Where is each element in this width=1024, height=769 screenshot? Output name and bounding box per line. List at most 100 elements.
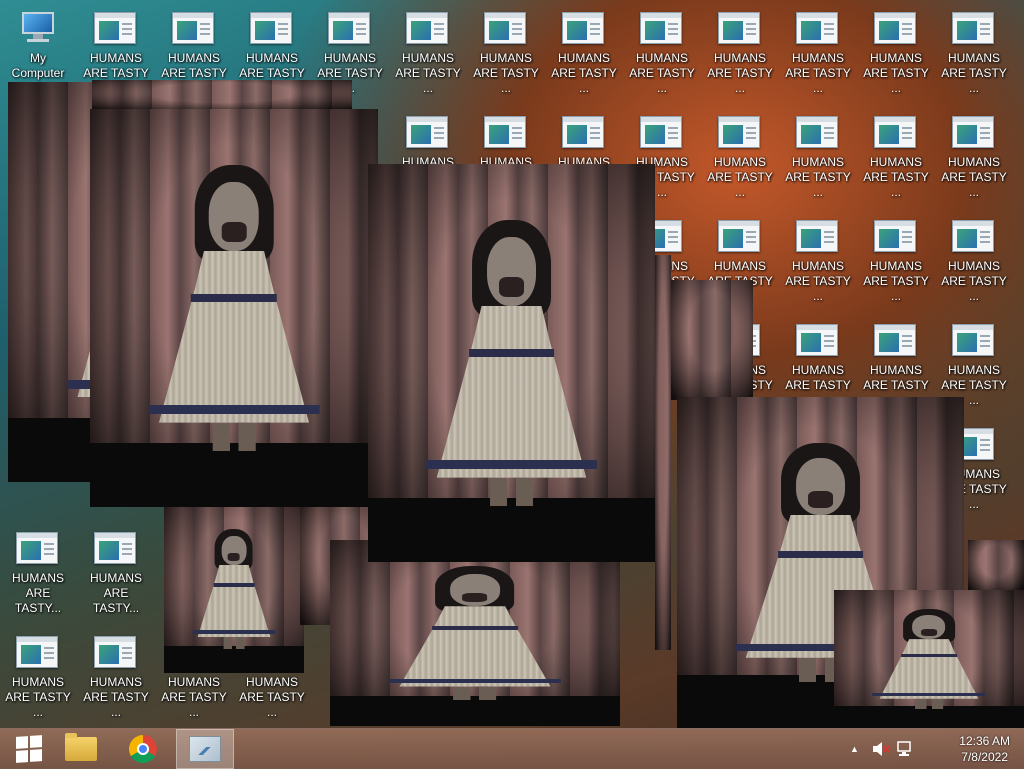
image-popup-window[interactable] <box>655 255 671 650</box>
application-window-icon <box>796 220 840 254</box>
humans-are-tasty-shortcut[interactable]: HUMANSARE TASTY ... <box>390 4 466 96</box>
application-window-icon <box>796 324 840 358</box>
icon-label: HUMANS <box>713 155 766 169</box>
application-window-icon <box>16 532 60 566</box>
running-app-button[interactable] <box>176 729 234 769</box>
icon-label: HUMANS <box>869 363 922 377</box>
volume-button[interactable] <box>872 729 890 769</box>
icon-label: HUMANS <box>713 259 766 273</box>
image-popup-window[interactable] <box>834 590 1024 728</box>
network-button[interactable] <box>896 729 914 769</box>
application-window-icon <box>952 12 996 46</box>
icon-label: HUMANS <box>947 363 1000 377</box>
icon-label: HUMANS <box>635 51 688 65</box>
humans-are-tasty-shortcut[interactable]: HUMANSARE TASTY ... <box>858 108 934 200</box>
humans-are-tasty-shortcut[interactable]: HUMANSARE TASTY ... <box>546 4 622 96</box>
humans-are-tasty-shortcut[interactable]: HUMANSARE TASTY ... <box>780 108 856 200</box>
icon-label: HUMANS <box>245 51 298 65</box>
image-popup-window[interactable] <box>164 505 304 673</box>
application-window-icon <box>250 12 294 46</box>
icon-label: ARE TASTY ... <box>395 66 461 95</box>
humans-are-tasty-shortcut[interactable]: HUMANSARE TASTY ... <box>936 316 1012 408</box>
icon-label: ARE TASTY ... <box>941 170 1007 199</box>
icon-label: HUMANS <box>869 155 922 169</box>
humans-are-tasty-shortcut[interactable]: HUMANSARE TASTY ... <box>780 4 856 96</box>
icon-label: HUMANS <box>557 51 610 65</box>
icon-label: HUMANS <box>791 51 844 65</box>
humans-are-tasty-shortcut[interactable]: HUMANSARE TASTY ... <box>468 4 544 96</box>
icon-label: HUMANS <box>947 51 1000 65</box>
image-popup-window[interactable] <box>90 109 378 507</box>
application-window-icon <box>328 12 372 46</box>
chrome-icon <box>129 735 157 763</box>
chrome-button[interactable] <box>114 729 172 769</box>
icon-label: ARE TASTY ... <box>473 66 539 95</box>
icon-label: HUMANS <box>947 259 1000 273</box>
creepy-doll-image <box>385 566 565 700</box>
image-popup-window[interactable] <box>968 540 1024 590</box>
system-clock[interactable]: 12:36 AM 7/8/2022 <box>959 733 1010 765</box>
application-window-icon <box>562 12 606 46</box>
humans-are-tasty-shortcut[interactable]: HUMANSARE TASTY ... <box>936 108 1012 200</box>
application-window-icon <box>952 220 996 254</box>
humans-are-tasty-shortcut[interactable]: HUMANSARE TASTY ... <box>936 4 1012 96</box>
humans-are-tasty-shortcut[interactable]: HUMANS ARE TASTY... <box>0 524 76 616</box>
creepy-doll-image <box>191 528 278 650</box>
application-window-icon <box>562 116 606 150</box>
application-window-icon <box>640 116 684 150</box>
file-explorer-button[interactable] <box>52 729 110 769</box>
humans-are-tasty-shortcut[interactable]: HUMANSARE TASTY ... <box>78 628 154 720</box>
application-window-icon <box>952 116 996 150</box>
icon-label: HUMANS <box>713 51 766 65</box>
humans-are-tasty-shortcut[interactable]: HUMANSARE TASTY ... <box>936 212 1012 304</box>
icon-label: ARE TASTY ... <box>785 170 851 199</box>
humans-are-tasty-shortcut[interactable]: HUMANSARE TASTY ... <box>780 316 856 408</box>
clock-time: 12:36 AM <box>959 734 1010 748</box>
humans-are-tasty-shortcut[interactable]: HUMANSARE TASTY ... <box>702 4 778 96</box>
icon-label: HUMANS <box>323 51 376 65</box>
image-popup-window[interactable] <box>671 280 753 400</box>
application-window-icon <box>16 636 60 670</box>
icon-label: HUMANS <box>869 51 922 65</box>
image-popup-window[interactable] <box>92 80 352 110</box>
icon-label: ARE TASTY ... <box>5 690 71 719</box>
application-window-icon <box>640 12 684 46</box>
application-window-icon <box>796 12 840 46</box>
icon-label: ARE TASTY ... <box>551 66 617 95</box>
humans-are-tasty-shortcut[interactable]: HUMANSARE TASTY ... <box>858 212 934 304</box>
humans-are-tasty-shortcut[interactable]: HUMANSARE TASTY ... <box>624 4 700 96</box>
icon-label: ARE TASTY ... <box>785 66 851 95</box>
start-button[interactable] <box>0 729 58 769</box>
application-window-icon <box>94 12 138 46</box>
humans-are-tasty-shortcut[interactable]: HUMANSARE TASTY ... <box>0 628 76 720</box>
image-popup-window[interactable] <box>368 164 655 562</box>
humans-are-tasty-shortcut[interactable]: HUMANSARE TASTY ... <box>702 108 778 200</box>
icon-label: ARE TASTY ... <box>707 170 773 199</box>
icon-label: HUMANS <box>89 571 142 585</box>
icon-label: HUMANS <box>869 259 922 273</box>
network-icon <box>897 741 911 756</box>
taskbar: ▲ 12:36 AM 7/8/2022 <box>0 728 1024 769</box>
icon-label: HUMANS <box>947 155 1000 169</box>
image-floor <box>330 696 620 726</box>
application-window-icon <box>484 116 528 150</box>
humans-are-tasty-shortcut[interactable]: HUMANSARE TASTY ... <box>858 4 934 96</box>
humans-are-tasty-shortcut[interactable]: HUMANSARE TASTY ... <box>780 212 856 304</box>
application-window-icon <box>406 12 450 46</box>
image-popup-window[interactable] <box>330 540 620 726</box>
icon-label: ARE TASTY... <box>14 586 62 615</box>
icon-label: ARE TASTY ... <box>863 274 929 303</box>
icon-label: HUMANS <box>11 675 64 689</box>
icon-label: ARE TASTY ... <box>161 690 227 719</box>
icon-label: ARE TASTY ... <box>239 690 305 719</box>
humans-are-tasty-shortcut[interactable]: HUMANS ARE TASTY... <box>78 524 154 616</box>
application-window-icon <box>718 12 762 46</box>
image-floor <box>90 443 378 507</box>
my-computer-shortcut[interactable]: My Computer <box>0 4 76 81</box>
desktop[interactable]: My Computer HUMANSARE TASTY ...HUMANSARE… <box>0 0 1024 728</box>
resource-monitor-icon <box>189 736 221 762</box>
application-window-icon <box>874 12 918 46</box>
show-hidden-icons-button[interactable]: ▲ <box>850 729 859 769</box>
humans-are-tasty-shortcut[interactable]: HUMANSARE TASTY ... <box>858 316 934 408</box>
icon-label: ARE TASTY ... <box>863 66 929 95</box>
